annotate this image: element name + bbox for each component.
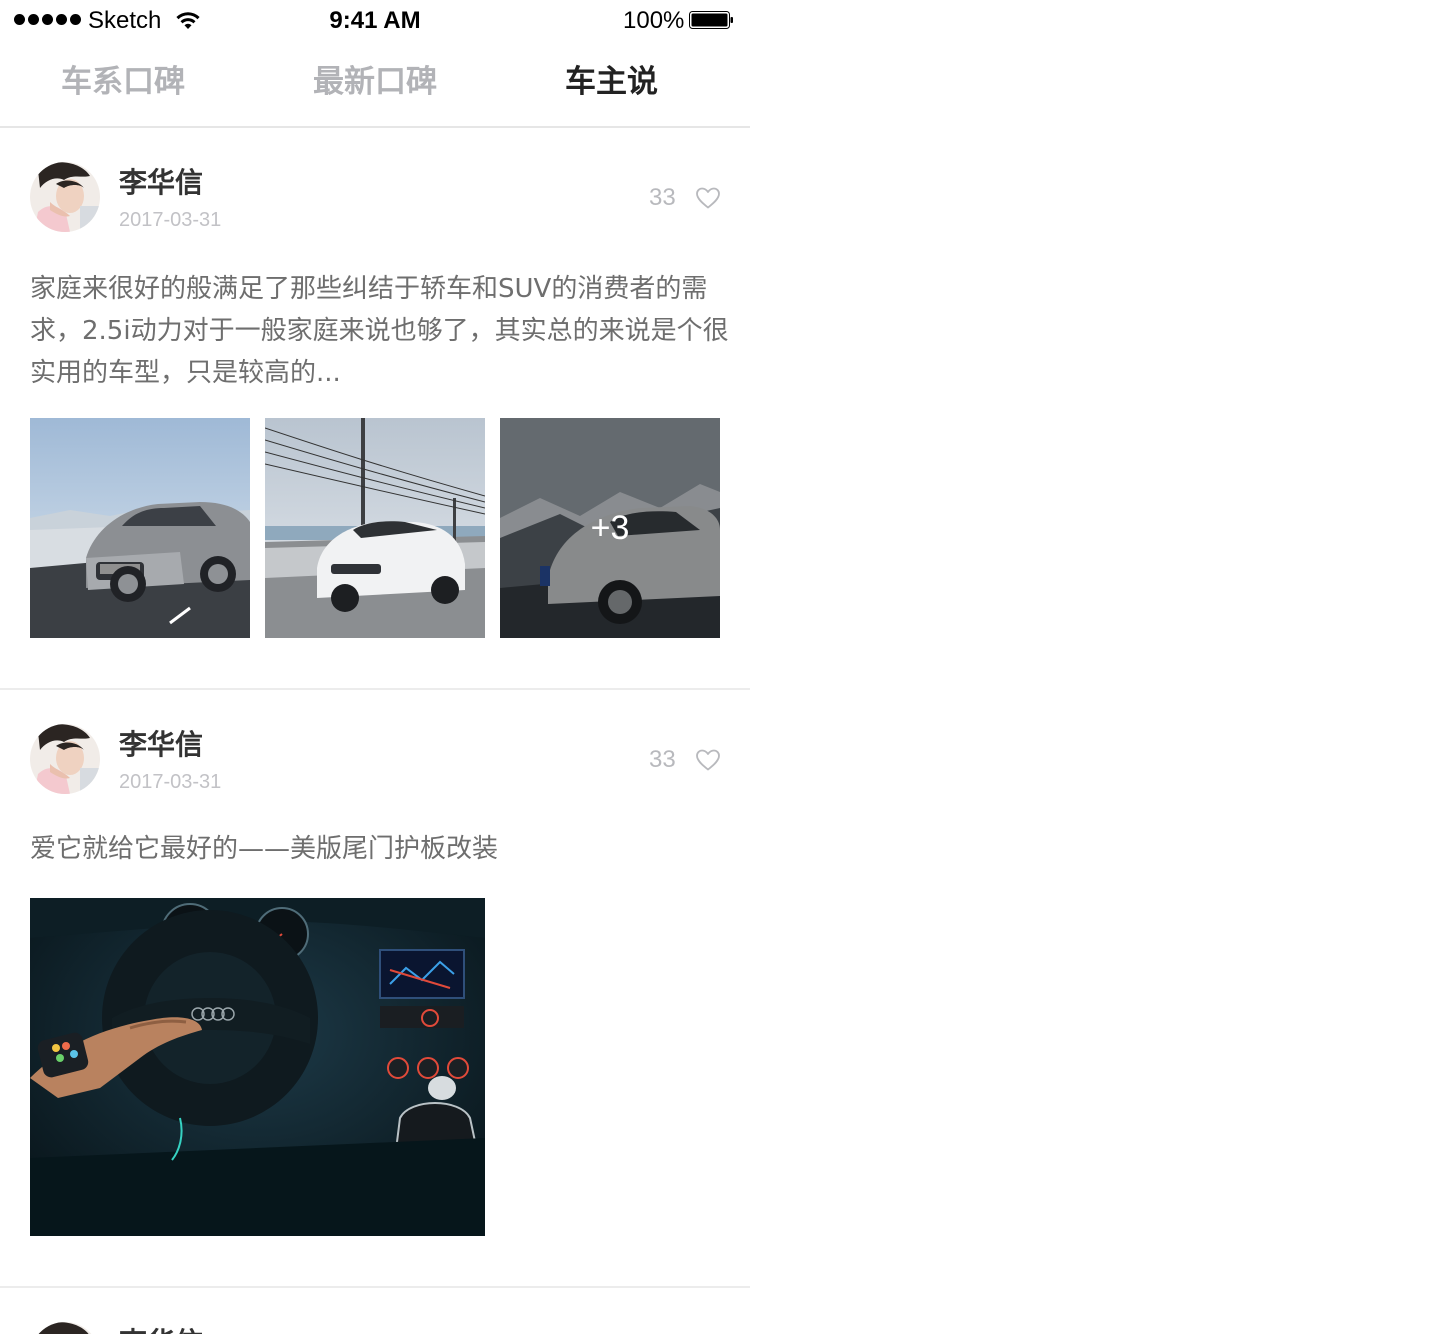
post-text[interactable]: 爱它就给它最好的——美版尾门护板改装	[30, 828, 730, 870]
avatar[interactable]	[30, 162, 100, 232]
post-card[interactable]: 李华信	[0, 1288, 750, 1334]
post-photo[interactable]	[30, 418, 250, 638]
like-control[interactable]: 33	[640, 744, 730, 776]
avatar[interactable]	[30, 1322, 100, 1334]
author-name[interactable]: 李华信	[119, 1326, 203, 1334]
tab-owner-says[interactable]: 车主说	[565, 62, 658, 102]
heart-outline-icon[interactable]	[695, 748, 721, 772]
tab-bar: 车系口碑 最新口碑 车主说	[0, 40, 750, 128]
tab-latest-reviews[interactable]: 最新口碑	[313, 62, 437, 102]
author-name[interactable]: 李华信	[119, 728, 203, 762]
author-name[interactable]: 李华信	[119, 166, 203, 200]
status-bar: Sketch 9:41 AM 100%	[0, 0, 750, 40]
post-photo-more[interactable]: +3	[500, 418, 720, 638]
like-count: 33	[649, 746, 676, 773]
tab-series-reviews[interactable]: 车系口碑	[61, 62, 185, 102]
post-photo[interactable]	[30, 898, 485, 1236]
more-photos-count: +3	[590, 509, 630, 547]
post-card[interactable]: 李华信 2017-03-31 33 爱它就给它最好的——美版尾门护板改装	[0, 690, 750, 1288]
post-card[interactable]: 李华信 2017-03-31 33 家庭来很好的般满足了那些纠结于轿车和SUV的…	[0, 128, 750, 690]
app-screen: Sketch 9:41 AM 100% 车系口碑 最新口碑 车主说 李华信 20…	[0, 0, 750, 1334]
heart-outline-icon[interactable]	[695, 186, 721, 210]
post-photo[interactable]	[265, 418, 485, 638]
avatar[interactable]	[30, 724, 100, 794]
post-text[interactable]: 家庭来很好的般满足了那些纠结于轿车和SUV的消费者的需求，2.5i动力对于一般家…	[30, 268, 730, 394]
post-date: 2017-03-31	[119, 771, 222, 793]
post-date: 2017-03-31	[119, 209, 222, 231]
like-count: 33	[649, 184, 676, 211]
like-control[interactable]: 33	[640, 182, 730, 214]
battery-percent: 100%	[623, 7, 685, 34]
battery-icon	[689, 11, 733, 29]
